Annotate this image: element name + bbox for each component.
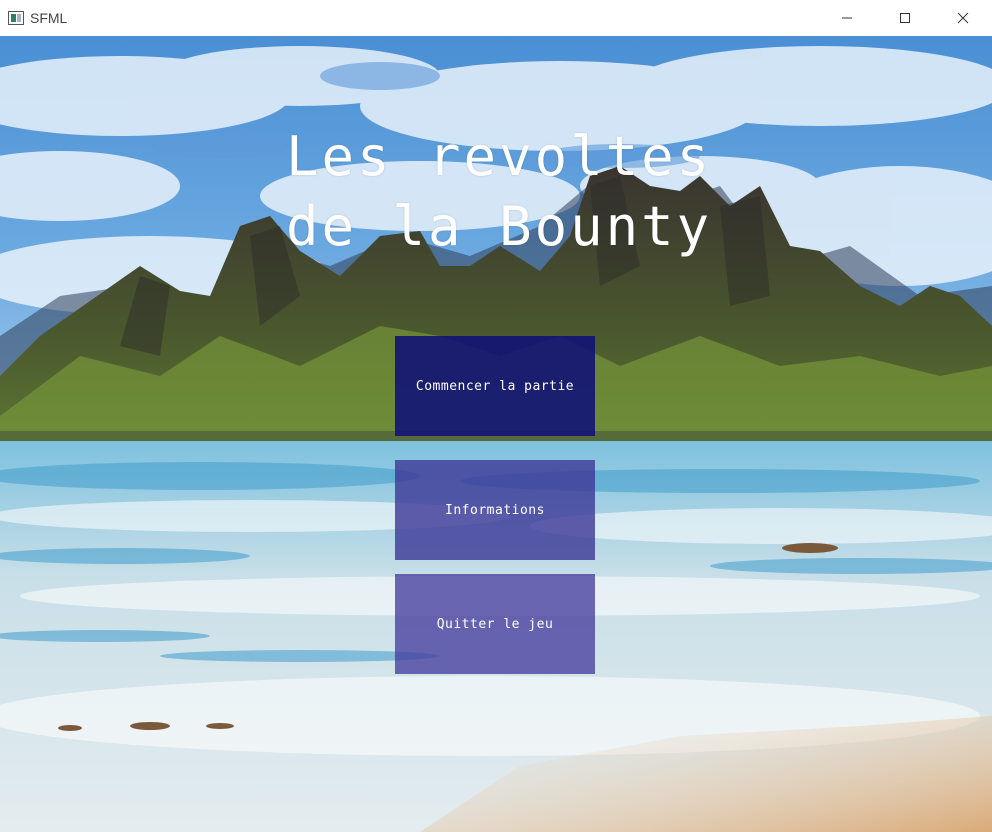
sfml-app-icon	[8, 11, 24, 25]
sfml-window: SFML Les revoltes de la Bounty Commencer…	[0, 0, 992, 832]
game-title: Les revoltes de la Bounty	[286, 122, 746, 262]
game-title-line-2: de la Bounty	[286, 195, 713, 258]
maximize-icon	[900, 13, 910, 23]
information-label: Informations	[445, 502, 545, 518]
close-button[interactable]	[934, 0, 992, 36]
minimize-button[interactable]	[818, 0, 876, 36]
close-icon	[957, 12, 969, 24]
game-canvas[interactable]: Les revoltes de la Bounty Commencer la p…	[0, 36, 992, 832]
window-controls	[818, 0, 992, 36]
title-bar[interactable]: SFML	[0, 0, 992, 36]
window-title: SFML	[30, 10, 68, 26]
quit-game-label: Quitter le jeu	[436, 616, 554, 632]
start-game-button[interactable]: Commencer la partie	[395, 336, 595, 436]
maximize-button[interactable]	[876, 0, 934, 36]
minimize-icon	[842, 17, 852, 19]
quit-game-button[interactable]: Quitter le jeu	[395, 574, 595, 674]
information-button[interactable]: Informations	[395, 460, 595, 560]
game-title-line-1: Les revoltes	[286, 125, 713, 188]
start-game-label: Commencer la partie	[415, 378, 575, 394]
